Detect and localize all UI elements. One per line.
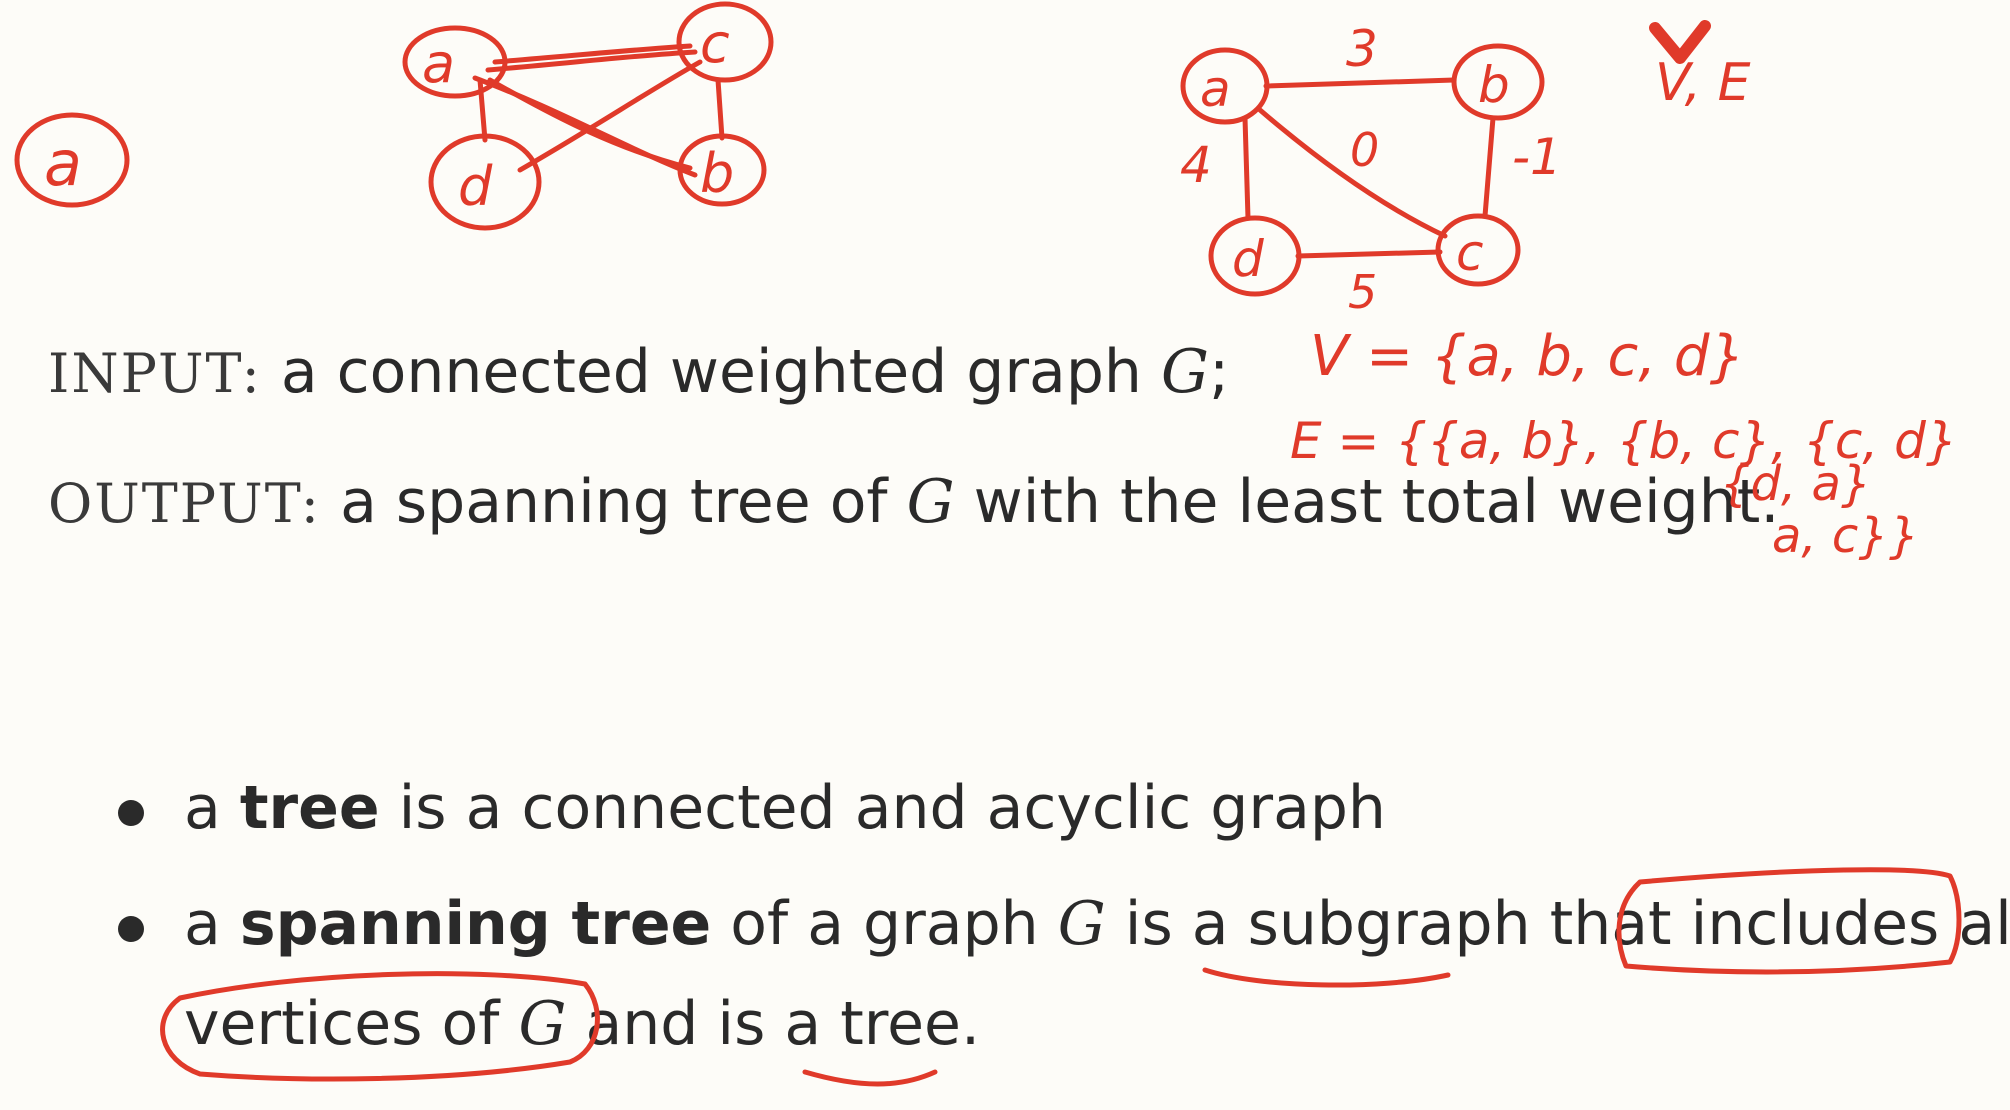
input-end: ; xyxy=(1208,337,1230,407)
bullet2-mid3: that xyxy=(1549,889,1672,959)
phrase-vertices-of: vertices of xyxy=(184,989,500,1059)
weight-ab: 3 xyxy=(1346,20,1378,78)
bullet-dot-2 xyxy=(118,916,144,942)
term-spanning-tree: spanning tree xyxy=(239,889,712,959)
output-variable: G xyxy=(906,467,955,537)
input-text: a connected weighted graph xyxy=(280,337,1142,407)
g1-vertex-a: a xyxy=(422,32,455,95)
bullet2-period: . xyxy=(960,989,981,1059)
bullet-tree-definition: a tree is a connected and acyclic graph xyxy=(184,778,1386,838)
input-variable: G xyxy=(1161,337,1209,407)
g2-vertex-a: a xyxy=(1200,60,1231,118)
output-label: OUTPUT: xyxy=(48,472,321,535)
output-text: a spanning tree of xyxy=(340,467,888,537)
output-line: OUTPUT: a spanning tree of G with the le… xyxy=(48,472,1779,532)
lecture-slide: INPUT: a connected weighted graph G; OUT… xyxy=(0,0,2010,1110)
ve-note: V, E xyxy=(1649,20,1751,113)
bullet2-variable: G xyxy=(1057,889,1106,959)
bullet-dot-1 xyxy=(118,800,144,826)
ve-label: V, E xyxy=(1655,53,1751,113)
bullet2-mid2: is a xyxy=(1124,889,1229,959)
g2-vertex-d: d xyxy=(1232,230,1264,288)
underline-subgraph xyxy=(1202,967,1451,988)
graph-1-sketch: a c d b xyxy=(402,1,774,231)
vertex-set-notation: V = {a, b, c, d} xyxy=(1310,324,1745,389)
weight-ac: 0 xyxy=(1350,123,1379,177)
bullet2-line2-variable: G xyxy=(518,989,567,1059)
g1-vertex-d: d xyxy=(458,155,493,218)
g2-vertex-b: b xyxy=(1478,56,1510,114)
term-tree: tree xyxy=(239,773,380,843)
bullet2-line2-mid: and is a xyxy=(585,989,822,1059)
lone-vertex-a: a xyxy=(14,112,130,208)
input-label: INPUT: xyxy=(48,342,262,405)
input-line: INPUT: a connected weighted graph G; xyxy=(48,342,1229,402)
term-subgraph: subgraph xyxy=(1247,889,1531,959)
bullet1-post: is a connected and acyclic graph xyxy=(398,773,1386,843)
edge-set-notation-line3: a, c}} xyxy=(1772,508,1919,564)
edge-set-notation-line1: E = {{a, b}, {b, c}, {c, d} xyxy=(1290,412,1958,470)
g1-vertex-c: c xyxy=(700,12,730,75)
underline-tree xyxy=(802,1069,938,1087)
bullet-spanning-tree-line2: vertices of G and is a tree. xyxy=(184,994,980,1054)
g2-vertex-c: c xyxy=(1456,224,1484,282)
weight-ad: 4 xyxy=(1180,136,1212,194)
phrase-includes-all: includes all xyxy=(1690,889,2010,959)
bullet1-pre: a xyxy=(184,773,221,843)
graph-2-weighted-sketch: a b d c 3 4 0 -1 5 xyxy=(1180,20,1562,319)
bullet-spanning-tree-definition: a spanning tree of a graph G is a subgra… xyxy=(184,894,2010,954)
output-text-end: with the least total weight. xyxy=(973,467,1780,537)
bullet2-pre: a xyxy=(184,889,221,959)
bullet2-mid: of a graph xyxy=(730,889,1039,959)
lone-vertex-label: a xyxy=(44,127,82,200)
term-tree-underlined: tree xyxy=(840,989,961,1059)
weight-bc: -1 xyxy=(1512,128,1562,186)
weight-dc: 5 xyxy=(1348,265,1377,319)
g1-vertex-b: b xyxy=(700,142,734,205)
